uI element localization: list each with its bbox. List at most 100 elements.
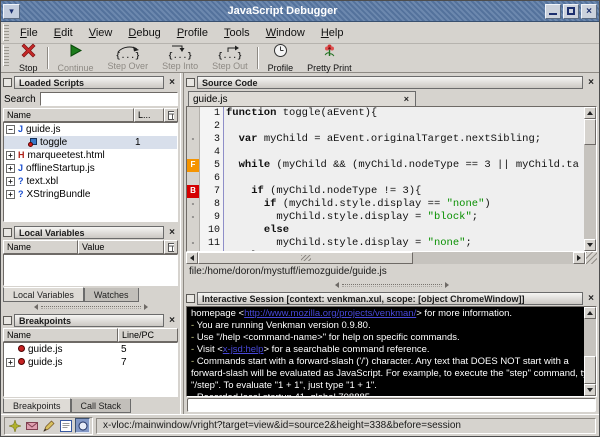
line-number[interactable]: 8 bbox=[200, 198, 224, 211]
tab-breakpoints[interactable]: Breakpoints bbox=[3, 398, 71, 413]
debugger-icon[interactable] bbox=[75, 418, 90, 433]
breakpoint-margin[interactable]: - bbox=[187, 237, 200, 250]
scroll-up-button[interactable] bbox=[584, 107, 596, 119]
line-number[interactable]: 9 bbox=[200, 211, 224, 224]
breakpoint-margin[interactable]: - bbox=[187, 133, 200, 146]
close-tab-icon[interactable]: × bbox=[402, 94, 411, 104]
float-panel-button[interactable] bbox=[3, 78, 12, 87]
close-panel-button[interactable]: × bbox=[585, 293, 597, 304]
scroll-right-button[interactable] bbox=[573, 252, 585, 264]
float-panel-button[interactable] bbox=[3, 228, 12, 237]
horizontal-splitter[interactable] bbox=[1, 303, 180, 311]
close-panel-button[interactable]: × bbox=[166, 227, 178, 238]
source-vertical-scrollbar[interactable] bbox=[584, 107, 596, 251]
addressbook-icon[interactable] bbox=[58, 418, 73, 433]
breakpoint-margin[interactable] bbox=[187, 107, 200, 120]
line-number[interactable]: 7 bbox=[200, 185, 224, 198]
source-tab-guide-js[interactable]: guide.js × bbox=[188, 91, 416, 106]
close-button[interactable]: × bbox=[581, 4, 597, 19]
scrollbar-thumb[interactable] bbox=[198, 252, 413, 264]
expand-icon[interactable]: + bbox=[6, 190, 15, 199]
collapse-icon[interactable]: − bbox=[6, 125, 15, 134]
minimize-button[interactable] bbox=[545, 4, 561, 19]
close-panel-button[interactable]: × bbox=[166, 77, 178, 88]
column-header-value[interactable]: Value bbox=[78, 240, 164, 254]
expand-icon[interactable]: + bbox=[6, 358, 15, 367]
console-vertical-scrollbar[interactable] bbox=[584, 307, 596, 396]
breakpoint-margin[interactable]: - bbox=[187, 198, 200, 211]
line-number[interactable]: 1 bbox=[200, 107, 224, 120]
column-header-name[interactable]: Name bbox=[3, 328, 118, 342]
line-number[interactable]: 4 bbox=[200, 146, 224, 159]
scrollbar-track[interactable] bbox=[584, 145, 596, 239]
table-row[interactable]: −guide.js5 bbox=[4, 343, 177, 356]
float-panel-button[interactable] bbox=[3, 316, 12, 325]
line-number[interactable]: 5 bbox=[200, 159, 224, 172]
tab-local-variables[interactable]: Local Variables bbox=[3, 287, 84, 302]
menu-help[interactable]: Help bbox=[313, 25, 352, 41]
column-header-linepc[interactable]: Line/PC bbox=[118, 328, 178, 342]
scrollbar-thumb[interactable] bbox=[584, 356, 596, 384]
continue-button[interactable]: Continue bbox=[51, 45, 101, 71]
breakpoint-margin[interactable] bbox=[187, 146, 200, 159]
menu-profile[interactable]: Profile bbox=[169, 25, 216, 41]
table-row[interactable]: −toggle1 bbox=[4, 136, 177, 149]
window-menu-button[interactable]: ▾ bbox=[3, 4, 20, 19]
column-header-line[interactable]: L... bbox=[134, 108, 164, 122]
menu-view[interactable]: View bbox=[81, 25, 121, 41]
console-link[interactable]: http://www.mozilla.org/projects/venkman/ bbox=[244, 308, 416, 319]
menu-tools[interactable]: Tools bbox=[216, 25, 258, 41]
line-number[interactable]: 2 bbox=[200, 120, 224, 133]
table-row[interactable]: +JofflineStartup.js bbox=[4, 162, 177, 175]
resize-grip[interactable] bbox=[585, 252, 597, 264]
menu-window[interactable]: Window bbox=[258, 25, 313, 41]
menubar-grippy[interactable] bbox=[3, 24, 9, 41]
line-number[interactable]: 6 bbox=[200, 172, 224, 185]
scrollbar-track[interactable] bbox=[584, 319, 596, 356]
menu-file[interactable]: File bbox=[12, 25, 46, 41]
scroll-left-button[interactable] bbox=[186, 252, 198, 264]
console-link[interactable]: x-jsd:help bbox=[223, 344, 264, 355]
tab-watches[interactable]: Watches bbox=[84, 288, 139, 302]
column-header-name[interactable]: Name bbox=[3, 108, 134, 122]
search-input[interactable] bbox=[40, 92, 178, 106]
maximize-button[interactable] bbox=[563, 4, 579, 19]
breakpoint-margin[interactable] bbox=[187, 250, 200, 251]
horizontal-splitter[interactable] bbox=[184, 281, 599, 289]
console-input[interactable] bbox=[187, 398, 596, 412]
scroll-down-button[interactable] bbox=[584, 384, 596, 396]
column-header-name[interactable]: Name bbox=[3, 240, 78, 254]
close-panel-button[interactable]: × bbox=[585, 77, 597, 88]
future-breakpoint-marker[interactable]: F bbox=[187, 159, 200, 172]
expand-icon[interactable]: + bbox=[6, 151, 15, 160]
step-into-button[interactable]: {...} Step Into bbox=[155, 45, 205, 71]
menu-debug[interactable]: Debug bbox=[120, 25, 168, 41]
step-over-button[interactable]: {...} Step Over bbox=[101, 45, 156, 71]
expand-icon[interactable]: + bbox=[6, 164, 15, 173]
scroll-up-button[interactable] bbox=[584, 307, 596, 319]
line-number[interactable]: 3 bbox=[200, 133, 224, 146]
scroll-down-button[interactable] bbox=[584, 239, 596, 251]
breakpoint-margin[interactable]: - bbox=[187, 211, 200, 224]
stop-button[interactable]: Stop bbox=[12, 45, 45, 71]
line-number[interactable]: 12 bbox=[200, 250, 224, 251]
table-row[interactable]: +?text.xbl bbox=[4, 175, 177, 188]
mail-icon[interactable] bbox=[24, 418, 39, 433]
float-panel-button[interactable] bbox=[186, 78, 195, 87]
breakpoint-marker[interactable]: B bbox=[187, 185, 200, 198]
composer-icon[interactable] bbox=[41, 418, 56, 433]
breakpoint-margin[interactable] bbox=[187, 172, 200, 185]
column-picker-icon[interactable] bbox=[164, 108, 178, 122]
line-number[interactable]: 11 bbox=[200, 237, 224, 250]
tab-call-stack[interactable]: Call Stack bbox=[71, 399, 132, 413]
table-row[interactable]: +?XStringBundle bbox=[4, 188, 177, 201]
source-horizontal-scrollbar[interactable] bbox=[186, 252, 597, 264]
breakpoint-margin[interactable] bbox=[187, 120, 200, 133]
float-panel-button[interactable] bbox=[186, 294, 195, 303]
table-row[interactable]: −Jguide.js bbox=[4, 123, 177, 136]
menu-edit[interactable]: Edit bbox=[46, 25, 81, 41]
toolbar-grippy[interactable] bbox=[3, 45, 9, 66]
navigator-icon[interactable] bbox=[7, 418, 22, 433]
pretty-print-button[interactable]: Pretty Print bbox=[300, 45, 359, 71]
breakpoint-margin[interactable] bbox=[187, 224, 200, 237]
